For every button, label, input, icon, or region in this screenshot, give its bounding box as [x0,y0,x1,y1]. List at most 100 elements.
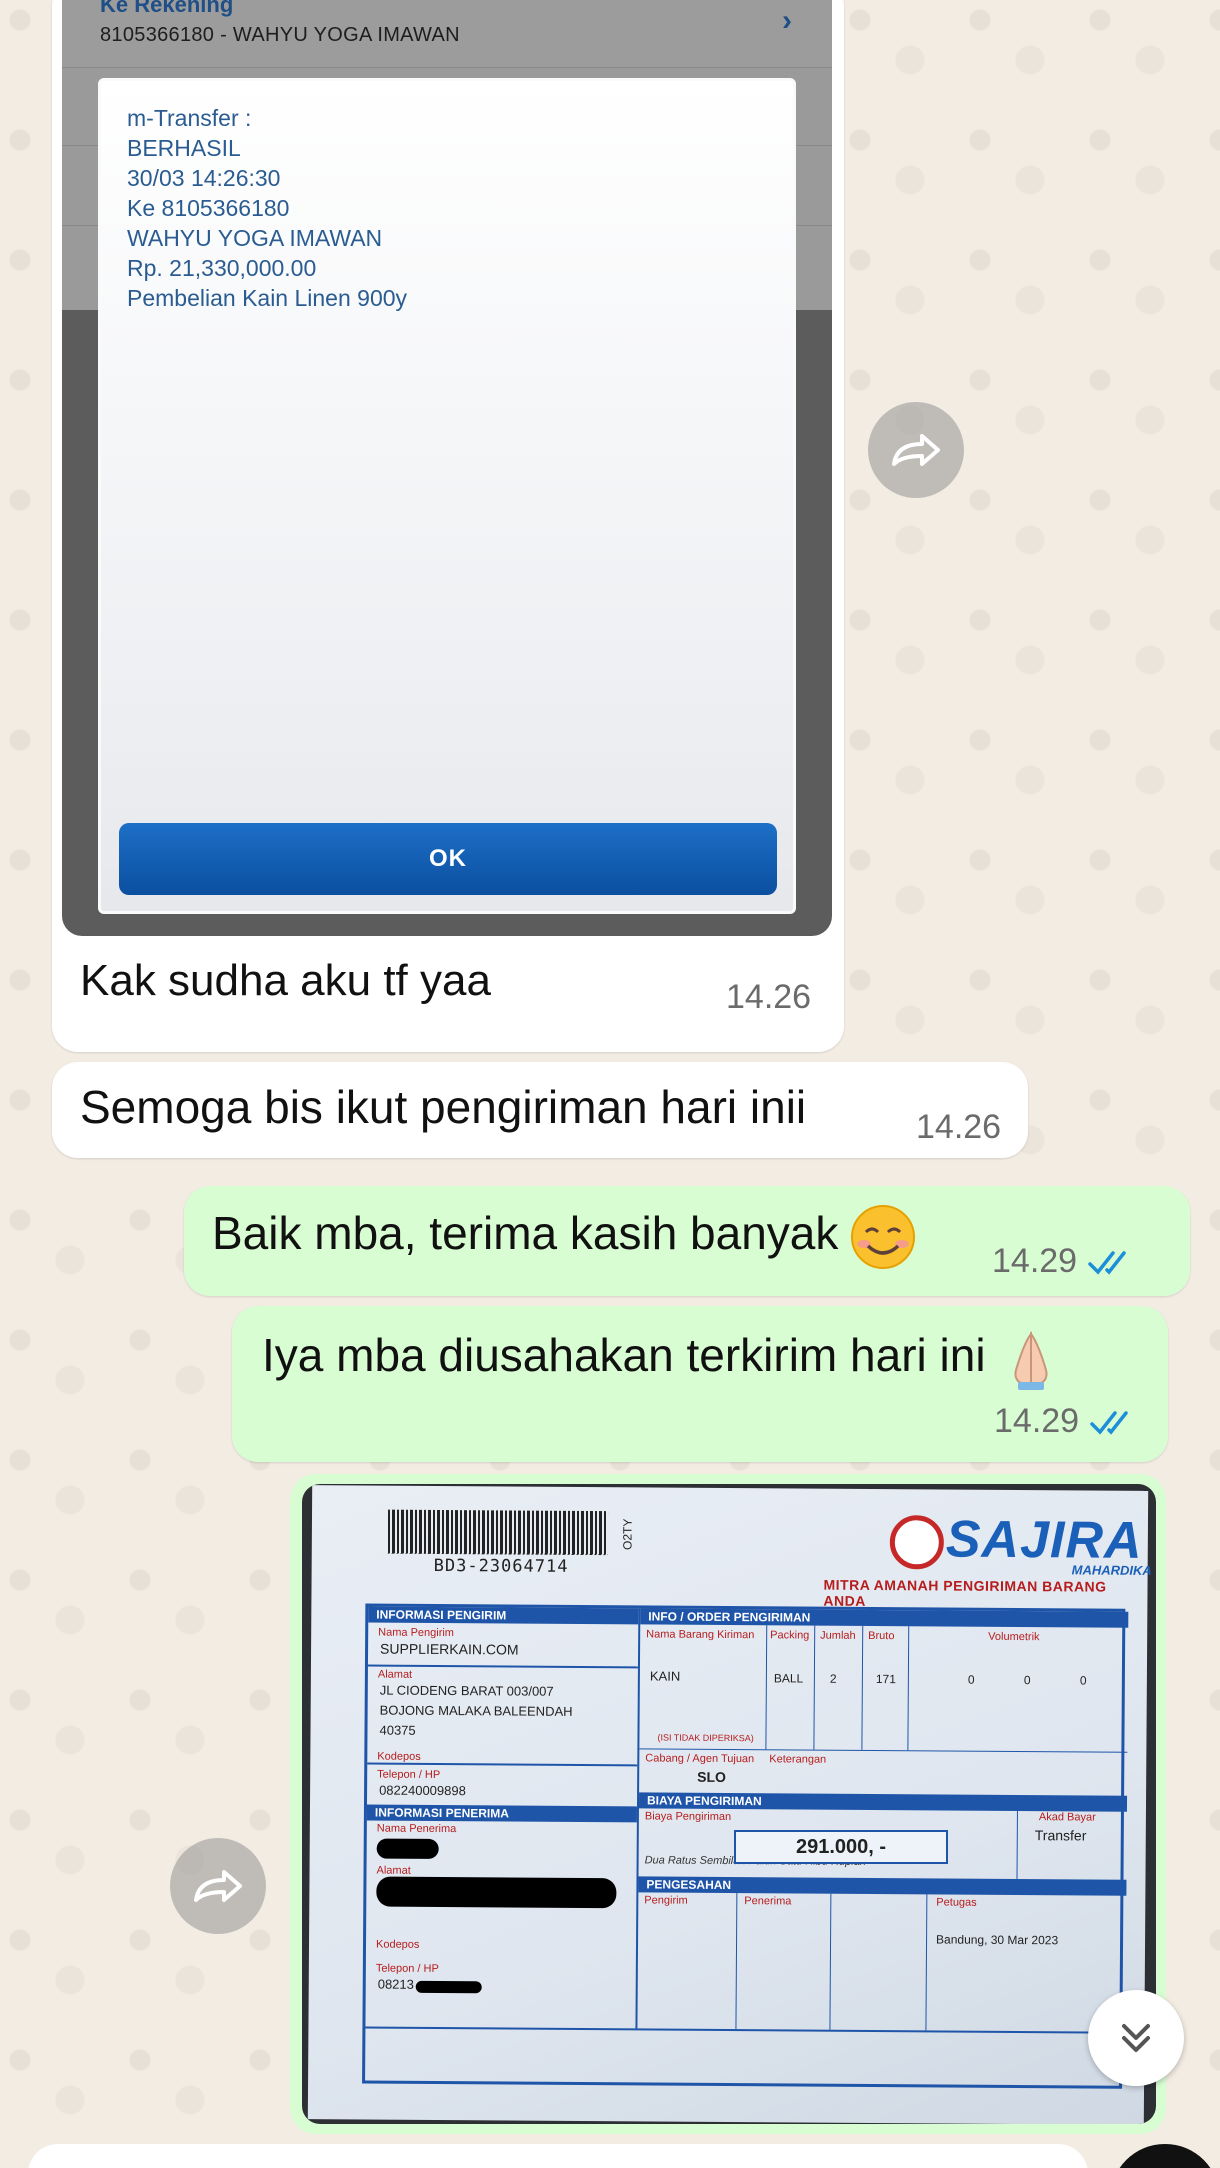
field-label: Telepon / HP [377,1768,441,1781]
address-line: 40375 [379,1722,416,1738]
message-time: 14.26 [726,978,812,1016]
dialog-line: BERHASIL [127,135,241,161]
message-text-content: Baik mba, terima kasih banyak [212,1207,839,1260]
double-check-icon [1088,1251,1126,1275]
forward-icon [194,1870,242,1902]
field-label: Kodepos [375,1938,420,1951]
time-text: 14.29 [994,1402,1080,1440]
barcode-side-text: O2TY [620,1518,635,1551]
field-label: Nama Barang Kiriman [646,1628,755,1642]
sender-name: SUPPLIERKAIN.COM [380,1640,519,1658]
image-caption: Kak sudha aku tf yaa [80,956,491,1005]
volume-value: 0 [1023,1673,1031,1688]
outgoing-text-bubble[interactable]: Baik mba, terima kasih banyak 14.29 [184,1186,1190,1296]
message-time: 14.26 [916,1108,1002,1146]
branch-value: SLO [697,1768,727,1785]
section-header: INFORMASI PENERIMA [366,1804,637,1823]
folded-hands-emoji [1014,1331,1048,1390]
account-label: Ke Rekening [100,0,234,17]
account-value: 8105366180 - WAHYU YOGA IMAWAN [100,24,460,46]
message-time: 14.29 [994,1402,1139,1441]
divider [829,1893,832,2030]
scroll-to-bottom-button[interactable] [1088,1990,1184,2086]
divider [765,1625,768,1750]
field-label: Akad Bayar [1038,1811,1096,1824]
section-header: INFO / ORDER PENGIRIMAN [640,1608,1129,1628]
incoming-text-bubble[interactable]: Semoga bis ikut pengiriman hari inii 14.… [52,1062,1028,1158]
forward-icon [892,434,940,466]
field-label: Pengirim [644,1894,688,1907]
packing-value: BALL [773,1671,804,1686]
account-row: Ke Rekening 8105366180 - WAHYU YOGA IMAW… [62,0,832,68]
divider [907,1626,910,1751]
barcode [387,1509,609,1556]
field-note: (ISI TIDAK DIPERIKSA) [657,1732,754,1744]
barcode-number: BD3-23064714 [433,1555,569,1577]
message-time: 14.29 [992,1242,1137,1281]
chevron-right-icon: › [782,4,792,37]
place-date: Bandung, 30 Mar 2023 [936,1932,1059,1948]
item-name: KAIN [649,1668,681,1684]
brand-seal-icon [889,1515,945,1570]
redaction-mark [415,1980,482,1994]
section-header: BIAYA PENGIRIMAN [638,1792,1128,1812]
dialog-line: Ke 8105366180 [127,195,290,221]
shipping-cost: 291.000, - [734,1830,948,1864]
field-label: Alamat [377,1668,413,1681]
divider [735,1893,738,2030]
message-text-content: Iya mba diusahakan terkirim hari ini [262,1329,986,1382]
transfer-dialog: m-Transfer : BERHASIL 30/03 14:26:30 Ke … [98,78,796,914]
brand-logo: SAJIRA [945,1510,1143,1570]
dialog-line: 30/03 14:26:30 [127,165,281,191]
payment-method: Transfer [1034,1827,1087,1844]
dialog-line: Pembelian Kain Linen 900y [127,285,408,311]
field-label: Cabang / Agen Tujuan [645,1752,755,1766]
double-chevron-down-icon [1122,2024,1150,2052]
field-label: Telepon / HP [375,1962,439,1975]
field-label: Penerima [744,1895,792,1908]
divider [635,1608,641,2029]
address-line: JL CIODENG BARAT 003/007 [379,1682,554,1699]
receipt-paper: BD3-23064714 O2TY SAJIRA MAHARDIKA MITRA… [307,1485,1152,2124]
transfer-screenshot-image[interactable]: Ke Rekening 8105366180 - WAHYU YOGA IMAW… [62,0,832,936]
field-label: Kodepos [377,1750,421,1763]
field-label: Biaya Pengiriman [644,1810,732,1824]
ok-button: OK [119,823,777,895]
sender-phone: 082240009898 [379,1782,466,1799]
brand-sub: MAHARDIKA [1071,1562,1152,1578]
field-label: Jumlah [820,1629,856,1642]
redaction-mark [376,1876,617,1909]
section-header: INFORMASI PENGIRIM [368,1606,639,1625]
divider [861,1625,864,1750]
forward-button[interactable] [170,1838,266,1934]
divider [1016,1809,1018,1880]
message-text: Iya mba diusahakan terkirim hari ini [262,1326,1064,1392]
dialog-line: Rp. 21,330,000.00 [127,255,317,281]
shipping-receipt-image[interactable]: BD3-23064714 O2TY SAJIRA MAHARDIKA MITRA… [302,1484,1156,2124]
field-label: Alamat [376,1864,411,1877]
message-text: Baik mba, terima kasih banyak [212,1204,916,1270]
time-text: 14.29 [992,1242,1078,1280]
field-label: Nama Pengirim [378,1626,455,1640]
redaction-mark [376,1838,439,1859]
field-label: Packing [770,1629,810,1642]
divider [365,2026,1126,2034]
double-check-icon [1090,1411,1128,1435]
message-input-bar[interactable] [28,2144,1088,2168]
divider [813,1625,816,1750]
forward-button[interactable] [868,402,964,498]
address-line: BOJONG MALAKA BALEENDAH [379,1702,573,1719]
bruto-value: 171 [875,1672,896,1687]
smiling-face-emoji [851,1205,916,1269]
outgoing-text-bubble[interactable]: Iya mba diusahakan terkirim hari ini 14.… [232,1306,1168,1462]
brand-tagline: MITRA AMANAH PENGIRIMAN BARANG ANDA [823,1576,1107,1609]
volume-value: 0 [967,1672,975,1687]
divider [367,1762,638,1767]
quantity-value: 2 [829,1671,837,1686]
volume-value: 0 [1079,1673,1087,1688]
transfer-details: m-Transfer : BERHASIL 30/03 14:26:30 Ke … [127,103,407,313]
field-label: Petugas [936,1896,977,1909]
field-label: Nama Penerima [376,1822,457,1836]
message-text: Semoga bis ikut pengiriman hari inii [80,1081,807,1133]
section-header: PENGESAHAN [638,1876,1127,1896]
